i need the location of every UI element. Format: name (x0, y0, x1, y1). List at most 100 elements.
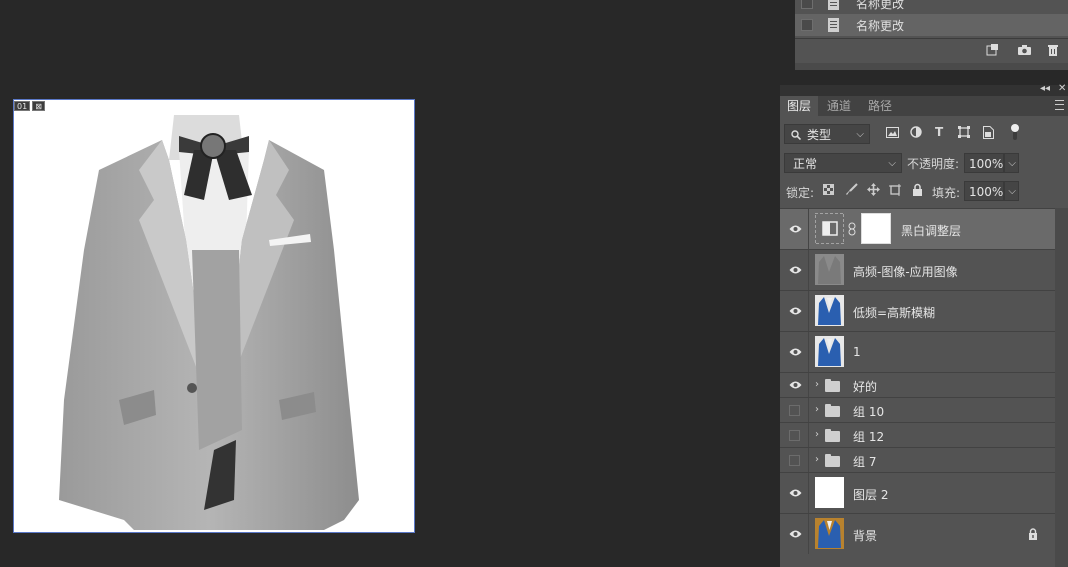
smart-object-filter-icon[interactable] (983, 126, 994, 142)
opacity-input[interactable]: 100% (964, 153, 1004, 173)
fill-slider-toggle[interactable]: ⌵ (1004, 181, 1019, 201)
collapse-panel-icon[interactable]: ◂◂ (1040, 83, 1050, 94)
layer-name: 高频-图像-应用图像 (853, 265, 958, 279)
white-layer-thumbnail (815, 477, 844, 508)
history-panel: 名称更改 名称更改 (795, 0, 1068, 70)
layer-group-10[interactable]: › 组 10 (780, 397, 1055, 422)
layer-group-7[interactable]: › 组 7 (780, 447, 1055, 472)
filter-toggle-icon[interactable] (1010, 123, 1020, 144)
lock-artboard-icon[interactable] (889, 184, 901, 199)
history-footer (795, 38, 1068, 61)
layer-group-12[interactable]: › 组 12 (780, 422, 1055, 447)
visibility-toggle[interactable] (789, 455, 800, 466)
tab-paths[interactable]: 路径 (861, 96, 899, 116)
opacity-slider-toggle[interactable]: ⌵ (1004, 153, 1019, 173)
layer-mask-thumbnail[interactable] (861, 213, 891, 244)
visibility-column (780, 291, 809, 331)
lock-position-icon[interactable] (867, 183, 880, 199)
adjustment-filter-icon[interactable] (910, 126, 922, 141)
visibility-column (780, 373, 809, 397)
layer-name: 组 12 (853, 430, 885, 444)
layer-name: 组 10 (853, 405, 885, 419)
layer-comp-badge: 01 (14, 101, 31, 111)
mask-link-icon[interactable] (848, 222, 856, 236)
layer-row-low-frequency[interactable]: 低频=高斯模糊 (780, 290, 1055, 331)
lock-icon (1029, 528, 1037, 540)
layer-row-layer-2[interactable]: 图层 2 (780, 472, 1055, 513)
layer-name: 图层 2 (853, 488, 889, 502)
expand-arrow-icon[interactable]: › (815, 454, 819, 465)
history-item-label: 名称更改 (856, 0, 905, 11)
panel-dock-topbar: ◂◂ ✕ (780, 83, 1068, 96)
eye-icon[interactable] (789, 489, 802, 497)
layer-list: 黑白调整层 高频-图像-应用图像 低频=高斯模糊 1 › 好的 › 组 10 ›… (780, 208, 1055, 558)
chevron-down-icon: ⌵ (856, 129, 864, 140)
gray-suit-thumbnail (815, 254, 844, 285)
layer-row-high-frequency[interactable]: 高频-图像-应用图像 (780, 249, 1055, 290)
panel-tabs: 图层 通道 路径 (780, 96, 1068, 116)
visibility-column (780, 473, 809, 513)
type-filter-icon[interactable]: T (935, 125, 943, 139)
document-canvas[interactable] (13, 99, 415, 533)
close-panel-icon[interactable]: ✕ (1058, 83, 1066, 94)
trash-icon[interactable] (1046, 44, 1059, 56)
layer-name: 组 7 (853, 455, 877, 469)
layer-name: 黑白调整层 (901, 224, 962, 238)
visibility-column (780, 332, 809, 372)
tab-channels[interactable]: 通道 (820, 96, 858, 116)
chevron-down-icon: ⌵ (888, 158, 896, 169)
camera-icon[interactable] (1018, 44, 1031, 56)
history-document-icon (828, 0, 839, 10)
lock-pixels-icon[interactable] (845, 183, 858, 199)
eye-icon[interactable] (789, 530, 802, 538)
blue-suit-thumbnail (815, 295, 844, 326)
folder-icon (825, 404, 840, 417)
fill-value: 100% (969, 185, 1004, 199)
layer-name: 背景 (853, 529, 878, 543)
visibility-toggle[interactable] (789, 430, 800, 441)
search-icon (791, 130, 801, 140)
chevron-down-icon: ⌵ (1008, 158, 1016, 169)
eye-icon[interactable] (789, 381, 802, 389)
eye-icon[interactable] (789, 266, 802, 274)
layer-group-good[interactable]: › 好的 (780, 372, 1055, 397)
expand-arrow-icon[interactable]: › (815, 404, 819, 415)
blend-mode-select[interactable]: 正常 ⌵ (784, 153, 902, 173)
history-item[interactable]: 名称更改 (795, 0, 1068, 14)
panel-resize-grip[interactable] (795, 63, 1068, 70)
visibility-toggle[interactable] (789, 405, 800, 416)
layer-row-background[interactable]: 背景 (780, 513, 1055, 554)
visibility-column (780, 514, 809, 554)
history-source-checkbox[interactable] (801, 19, 813, 31)
shape-filter-icon[interactable] (958, 126, 970, 141)
eye-icon[interactable] (789, 348, 802, 356)
blue-suit-thumbnail (815, 336, 844, 367)
image-filter-icon[interactable] (886, 127, 899, 141)
opacity-value: 100% (969, 157, 1004, 171)
folder-icon (825, 379, 840, 392)
background-thumbnail (815, 518, 844, 549)
adjustment-layer-thumbnail-icon (815, 213, 844, 244)
visibility-column (780, 250, 809, 290)
layer-row-bw-adjustment[interactable]: 黑白调整层 (780, 208, 1055, 249)
fill-input[interactable]: 100% (964, 181, 1004, 201)
history-item-label: 名称更改 (856, 18, 905, 33)
visibility-column (780, 448, 809, 472)
chevron-down-icon: ⌵ (1008, 186, 1016, 197)
expand-arrow-icon[interactable]: › (815, 429, 819, 440)
visibility-column (780, 398, 809, 422)
lock-transparent-icon[interactable] (823, 184, 834, 198)
fill-label: 填充: (932, 186, 961, 200)
expand-arrow-icon[interactable]: › (815, 379, 819, 390)
panel-menu-icon[interactable] (1055, 100, 1064, 110)
tab-layers[interactable]: 图层 (780, 96, 819, 116)
new-snapshot-icon[interactable] (986, 44, 999, 56)
eye-icon[interactable] (789, 307, 802, 315)
layer-filter-select[interactable]: 类型 ⌵ (784, 124, 870, 144)
lock-all-icon[interactable] (912, 183, 923, 199)
layer-row-1[interactable]: 1 (780, 331, 1055, 372)
layer-list-scrollbar[interactable] (1055, 208, 1068, 567)
eye-icon[interactable] (789, 225, 802, 233)
history-item-selected[interactable]: 名称更改 (795, 14, 1068, 36)
history-source-checkbox[interactable] (801, 0, 813, 9)
